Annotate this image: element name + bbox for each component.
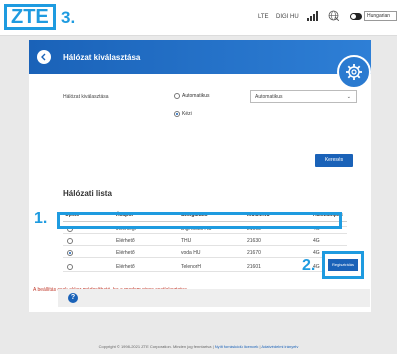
register-button-highlight: Regisztrálás <box>322 251 364 279</box>
row-radio[interactable] <box>67 264 73 270</box>
copyright-text: Copyright © 1998-2021 ZTE Corporation. M… <box>98 344 212 349</box>
language-dropdown[interactable]: Hungarian <box>364 11 397 21</box>
step-1-annotation: 1. <box>34 210 48 227</box>
step-2-annotation: 2. <box>302 257 316 274</box>
search-button[interactable]: Keresés <box>315 154 353 167</box>
network-type-indicator: LTE <box>258 14 269 20</box>
row-type: 4G <box>313 238 320 244</box>
footer-separator: | <box>212 344 214 349</box>
language-selector[interactable]: Hungarian <box>350 10 397 22</box>
page-title: Hálózat kiválasztása <box>63 53 141 62</box>
settings-badge <box>337 55 371 89</box>
network-selection-panel: Hálózat kiválasztása Hálózat kiválasztás… <box>29 40 371 312</box>
back-button[interactable] <box>37 50 51 64</box>
automatic-dropdown[interactable]: Automatikus ⌄ <box>250 90 357 103</box>
help-bar <box>58 289 370 307</box>
zte-logo[interactable]: ZTE <box>4 4 56 30</box>
row-radio-selected[interactable] <box>67 250 73 256</box>
globe-blocked-icon <box>328 10 339 21</box>
row-status: Elérhető <box>116 238 135 244</box>
privacy-policy-link[interactable]: Adatvédelmi irányelv <box>261 344 298 349</box>
row-type: 4G <box>313 250 320 256</box>
title-bar: Hálózat kiválasztása <box>29 40 371 74</box>
row-radio[interactable] <box>67 238 73 244</box>
step-3-annotation: 3. <box>61 8 76 27</box>
radio-automatic-label: Automatikus <box>182 93 210 99</box>
table-row[interactable]: Elérhető THU 21630 4G <box>63 235 347 246</box>
chevron-left-icon <box>41 53 46 61</box>
row-mccmnc: 21601 <box>247 264 261 270</box>
open-source-licenses-link[interactable]: Nyílt forráskódú licencek <box>215 344 259 349</box>
radio-automatic-circle[interactable] <box>174 93 180 99</box>
row-mccmnc: 21670 <box>247 250 261 256</box>
radio-manual-label: Kézi <box>182 111 192 117</box>
signal-strength-icon <box>307 11 318 21</box>
register-button[interactable]: Regisztrálás <box>328 259 358 271</box>
row-provider: voda HU <box>181 250 201 256</box>
row-mccmnc: 21630 <box>247 238 261 244</box>
network-list-title: Hálózati lista <box>63 189 112 198</box>
help-icon[interactable]: ? <box>68 293 78 303</box>
gear-icon <box>346 64 362 80</box>
row-provider: TelenorH <box>181 264 202 270</box>
automatic-dropdown-value: Automatikus <box>255 94 283 100</box>
carrier-name: DIGI HU <box>276 14 299 20</box>
top-header: ZTE 3. LTE DIGI HU Hungarian <box>0 0 397 36</box>
chevron-down-icon: ⌄ <box>346 94 351 100</box>
selection-mode-label: Hálózat kiválasztása <box>63 94 109 100</box>
radio-manual[interactable]: Kézi <box>174 111 192 117</box>
radio-manual-circle[interactable] <box>174 111 180 117</box>
row-status: Elérhető <box>116 250 135 256</box>
language-toggle-icon <box>350 12 362 20</box>
selected-row-highlight <box>57 212 342 229</box>
footer: Copyright © 1998-2021 ZTE Corporation. M… <box>0 344 397 349</box>
radio-automatic[interactable]: Automatikus <box>174 93 210 99</box>
row-status: Elérhető <box>116 264 135 270</box>
row-provider: THU <box>181 238 192 244</box>
